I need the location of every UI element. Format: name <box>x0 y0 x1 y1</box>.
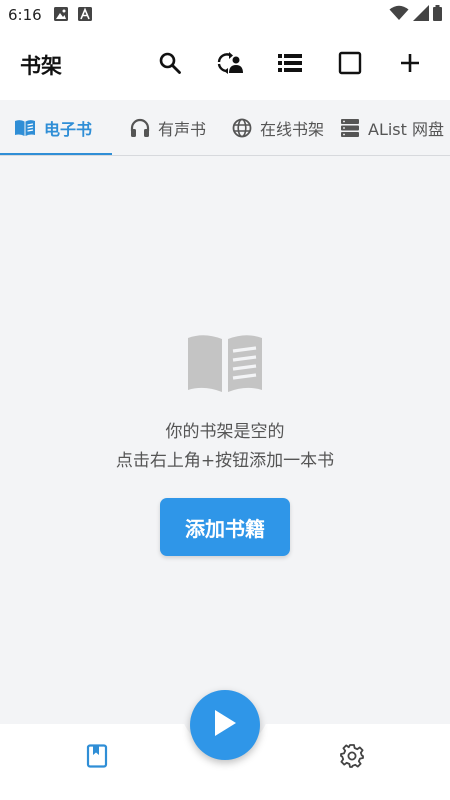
wifi-icon <box>389 5 409 25</box>
tab-label: 电子书 <box>44 120 93 139</box>
tab-label: 有声书 <box>158 120 207 139</box>
book-icon <box>14 119 36 137</box>
battery-icon <box>433 5 442 25</box>
add-book-button[interactable]: 添加书籍 <box>160 498 290 556</box>
signal-icon <box>413 5 429 25</box>
play-button[interactable] <box>190 690 260 760</box>
empty-hint: 点击右上角+按钮添加一本书 <box>115 451 335 471</box>
headphones-icon <box>130 118 150 138</box>
add-icon <box>399 52 421 78</box>
list-view-icon <box>278 53 302 77</box>
open-book-icon <box>186 330 264 398</box>
tab-alist[interactable]: AList 网盘 <box>340 100 445 155</box>
search-icon <box>158 51 182 79</box>
search-button[interactable] <box>140 37 200 93</box>
select-button[interactable] <box>320 37 380 93</box>
nav-bookshelf[interactable] <box>77 738 117 778</box>
tab-indicator <box>0 153 112 155</box>
empty-state: 你的书架是空的 点击右上角+按钮添加一本书 添加书籍 <box>0 330 450 556</box>
add-button[interactable] <box>380 37 440 93</box>
sync-icon <box>216 51 244 79</box>
status-time: 6:16 <box>8 6 42 24</box>
image-icon <box>53 6 68 25</box>
sync-button[interactable] <box>200 37 260 93</box>
tab-label: 在线书架 <box>260 120 325 139</box>
tab-label: AList 网盘 <box>368 120 445 139</box>
tab-bar: 电子书 有声书 在线书架 AList 网盘 <box>0 100 450 156</box>
tab-online-shelf[interactable]: 在线书架 <box>232 100 325 155</box>
tab-ebooks[interactable]: 电子书 <box>14 100 93 155</box>
a-icon <box>77 6 92 25</box>
tab-audiobooks[interactable]: 有声书 <box>130 100 207 155</box>
settings-icon <box>339 743 365 773</box>
empty-message: 你的书架是空的 <box>165 422 285 442</box>
page-title: 书架 <box>20 54 62 78</box>
server-icon <box>340 119 360 137</box>
app-bar: 书架 <box>0 30 450 100</box>
list-view-button[interactable] <box>260 37 320 93</box>
status-bar: 6:16 <box>0 0 450 30</box>
globe-icon <box>232 118 252 138</box>
nav-settings[interactable] <box>332 738 372 778</box>
bookshelf-icon <box>86 744 108 772</box>
play-icon <box>212 709 238 741</box>
select-icon <box>338 51 362 79</box>
